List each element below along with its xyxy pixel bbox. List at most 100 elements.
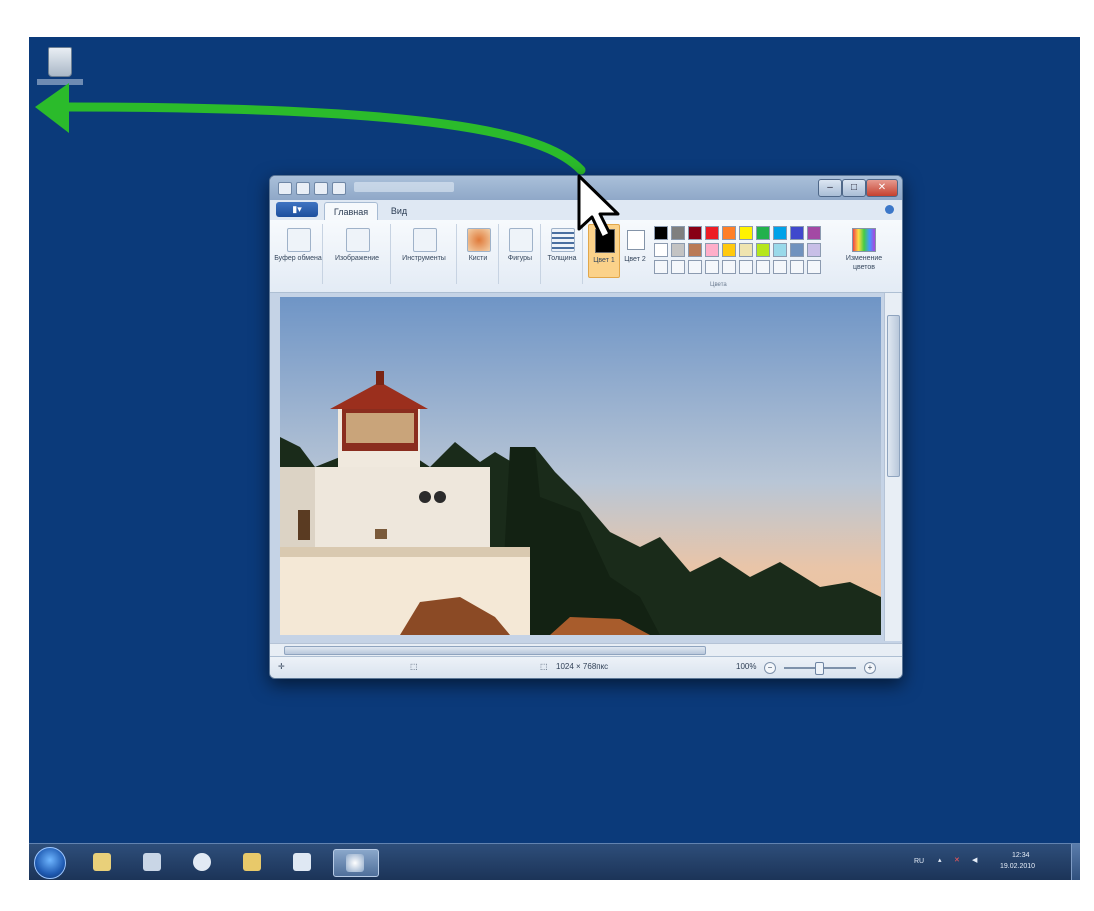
help-icon[interactable]	[885, 205, 894, 214]
ribbon-group-clipboard[interactable]: Буфер обмена	[274, 224, 323, 284]
palette-swatch[interactable]	[756, 243, 770, 257]
line-thickness-icon	[551, 228, 575, 252]
palette-swatch[interactable]	[722, 243, 736, 257]
horizontal-scroll-thumb[interactable]	[284, 646, 706, 655]
taskbar: RU ▴ ✕ ◀ 12:34 19.02.2010	[29, 843, 1080, 880]
taskbar-media-player[interactable]	[187, 849, 217, 875]
redo-icon[interactable]	[332, 182, 346, 195]
paint-icon	[346, 854, 364, 872]
palette-swatch[interactable]	[654, 243, 668, 257]
taskbar-paint[interactable]	[333, 849, 379, 877]
shapes-icon	[509, 228, 533, 252]
palette-swatch[interactable]	[756, 226, 770, 240]
desktop[interactable]: – □ ✕ ▮▾ Главная Вид Буфер обмена Изобра…	[29, 37, 1080, 880]
palette-swatch[interactable]	[739, 243, 753, 257]
palette-swatch[interactable]	[807, 243, 821, 257]
color2-label: Цвет 2	[624, 256, 646, 263]
edit-colors-icon	[852, 228, 876, 252]
palette-swatch[interactable]	[654, 226, 668, 240]
ribbon-group-image[interactable]: Изображение	[324, 224, 391, 284]
clock-date[interactable]: 19.02.2010	[1000, 863, 1035, 870]
volume-icon[interactable]: ◀	[972, 856, 977, 864]
palette-swatch[interactable]	[790, 243, 804, 257]
folder-icon	[243, 853, 261, 871]
tab-view[interactable]: Вид	[382, 202, 416, 220]
ribbon-group-shapes[interactable]: Фигуры	[500, 224, 541, 284]
palette-empty-swatch[interactable]	[705, 260, 719, 274]
zoom-slider-thumb[interactable]	[815, 662, 824, 675]
taskbar-folder[interactable]	[237, 849, 267, 875]
palette-empty-swatch[interactable]	[790, 260, 804, 274]
canvas-area	[270, 293, 902, 643]
paint-app-icon	[278, 182, 292, 195]
palette-swatch[interactable]	[790, 226, 804, 240]
screenshot-frame: – □ ✕ ▮▾ Главная Вид Буфер обмена Изобра…	[0, 0, 1094, 911]
color1-label: Цвет 1	[593, 257, 615, 264]
zoom-in-button[interactable]: +	[864, 662, 876, 674]
image-canvas[interactable]	[280, 297, 881, 635]
tab-home[interactable]: Главная	[324, 202, 378, 221]
palette-empty-swatch[interactable]	[739, 260, 753, 274]
cursor-position-icon: ✛	[278, 662, 285, 671]
language-indicator[interactable]: RU	[914, 858, 924, 865]
image-size-icon: ⬚	[540, 662, 548, 671]
palette-swatch[interactable]	[705, 243, 719, 257]
save-icon[interactable]	[296, 182, 310, 195]
selection-size-icon: ⬚	[410, 662, 418, 671]
palette-empty-swatch[interactable]	[671, 260, 685, 274]
palette-swatch[interactable]	[705, 226, 719, 240]
palette-swatch[interactable]	[773, 243, 787, 257]
notepad-icon	[143, 853, 161, 871]
horizontal-scrollbar[interactable]	[270, 643, 902, 656]
start-orb-icon[interactable]	[34, 847, 66, 879]
palette-empty-swatch[interactable]	[722, 260, 736, 274]
ribbon-group-label: Толщина	[547, 255, 577, 262]
palette-swatch[interactable]	[807, 226, 821, 240]
ribbon-group-label: Инструменты	[402, 255, 446, 262]
ribbon-group-brushes[interactable]: Кисти	[458, 224, 499, 284]
edit-colors-label: Изменение цветов	[845, 255, 883, 271]
pencil-icon	[413, 228, 437, 252]
edit-colors-button[interactable]: Изменение цветов	[838, 224, 890, 280]
palette-empty-swatch[interactable]	[756, 260, 770, 274]
close-button[interactable]: ✕	[866, 179, 898, 197]
paint-window[interactable]: – □ ✕ ▮▾ Главная Вид Буфер обмена Изобра…	[269, 175, 903, 679]
vertical-scrollbar[interactable]	[884, 293, 901, 641]
palette-swatch[interactable]	[739, 226, 753, 240]
show-hidden-icons-icon[interactable]: ▴	[938, 856, 942, 864]
ribbon-group-tools[interactable]: Инструменты	[392, 224, 457, 284]
show-desktop-button[interactable]	[1071, 844, 1080, 880]
window-title	[354, 182, 454, 192]
explorer-icon	[93, 853, 111, 871]
zoom-out-button[interactable]: −	[764, 662, 776, 674]
taskbar-notepad[interactable]	[137, 849, 167, 875]
image-dimensions: 1024 × 768пкс	[556, 662, 609, 671]
taskbar-document[interactable]	[287, 849, 317, 875]
mouse-cursor-icon	[577, 174, 620, 240]
taskbar-explorer[interactable]	[87, 849, 117, 875]
ribbon-group-label: Кисти	[468, 255, 488, 262]
palette-empty-swatch[interactable]	[688, 260, 702, 274]
palette-swatch[interactable]	[688, 226, 702, 240]
palette-empty-swatch[interactable]	[654, 260, 668, 274]
media-player-icon	[193, 853, 211, 871]
brush-icon	[467, 228, 491, 252]
ribbon-group-label: Фигуры	[507, 255, 533, 262]
maximize-button[interactable]: □	[842, 179, 866, 197]
palette-swatch[interactable]	[671, 226, 685, 240]
palette-empty-swatch[interactable]	[773, 260, 787, 274]
vertical-scroll-thumb[interactable]	[887, 315, 900, 477]
file-menu-button[interactable]: ▮▾	[276, 202, 318, 217]
palette-swatch[interactable]	[773, 226, 787, 240]
clock-time[interactable]: 12:34	[1012, 852, 1030, 859]
palette-swatch[interactable]	[722, 226, 736, 240]
palette-swatch[interactable]	[671, 243, 685, 257]
minimize-button[interactable]: –	[818, 179, 842, 197]
undo-icon[interactable]	[314, 182, 328, 195]
palette-swatch[interactable]	[688, 243, 702, 257]
system-tray: RU ▴ ✕ ◀ 12:34 19.02.2010	[914, 850, 1074, 876]
green-arrow-annotation	[35, 83, 586, 175]
palette-empty-swatch[interactable]	[807, 260, 821, 274]
network-icon[interactable]: ✕	[954, 856, 960, 864]
lighthouse-photo	[280, 297, 881, 635]
